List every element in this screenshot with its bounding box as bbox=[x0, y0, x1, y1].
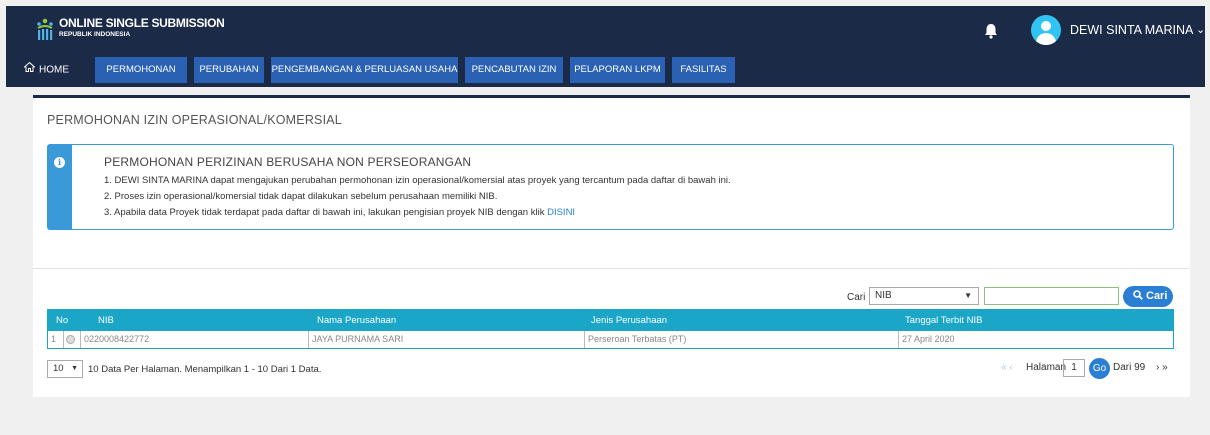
nav-item-pencabutan[interactable]: PENCABUTAN IZIN bbox=[465, 57, 563, 83]
nav-item-perubahan[interactable]: PERUBAHAN bbox=[194, 57, 264, 83]
search-icon bbox=[1133, 290, 1143, 300]
pagination-summary: 10 Data Per Halaman. Menampilkan 1 - 10 … bbox=[88, 364, 322, 375]
cell-nama: JAYA PURNAMA SARI bbox=[308, 331, 584, 348]
dropdown-arrow-icon: ▼ bbox=[964, 291, 972, 300]
cell-jenis: Perseroan Terbatas (PT) bbox=[584, 331, 898, 348]
nav-item-fasilitas[interactable]: FASILITAS bbox=[672, 57, 735, 83]
page-label: Halaman bbox=[1026, 362, 1067, 373]
info-box: i PERMOHONAN PERIZINAN BERUSAHA NON PERS… bbox=[47, 144, 1174, 230]
user-menu-name[interactable]: DEWI SINTA MARINA bbox=[1070, 23, 1193, 37]
pagination-next[interactable]: › » bbox=[1156, 362, 1168, 373]
col-no[interactable]: No bbox=[56, 315, 68, 326]
pagination-prev[interactable]: « ‹ bbox=[1001, 362, 1013, 373]
oss-logo[interactable]: ONLINE SINGLE SUBMISSION REPUBLIK INDONE… bbox=[35, 16, 225, 41]
page-number-input[interactable]: 1 bbox=[1063, 359, 1085, 377]
per-page-select[interactable]: 10 ▼ bbox=[47, 360, 83, 378]
table-row[interactable]: 1 0220008422772 JAYA PURNAMA SARI Perser… bbox=[47, 331, 1174, 349]
info-line-3: 3. Apabila data Proyek tidak terdapat pa… bbox=[104, 207, 576, 218]
top-header: ONLINE SINGLE SUBMISSION REPUBLIK INDONE… bbox=[6, 6, 1205, 53]
info-line-1: 1. DEWI SINTA MARINA dapat mengajukan pe… bbox=[104, 175, 731, 186]
col-tanggal[interactable]: Tanggal Terbit NIB bbox=[905, 315, 982, 326]
info-line-2: 2. Proses izin operasional/komersial tid… bbox=[104, 191, 498, 202]
app-title: ONLINE SINGLE SUBMISSION bbox=[59, 16, 225, 30]
nav-item-home-label: HOME bbox=[39, 64, 69, 76]
home-icon bbox=[23, 53, 36, 87]
nav-item-pengembangan[interactable]: PENGEMBANGAN & PERLUASAN USAHA bbox=[271, 57, 458, 83]
col-jenis[interactable]: Jenis Perusahaan bbox=[591, 315, 667, 326]
page-title: PERMOHONAN IZIN OPERASIONAL/KOMERSIAL bbox=[47, 113, 342, 127]
page-total: Dari 99 bbox=[1113, 362, 1146, 373]
search-label: Cari bbox=[847, 292, 866, 303]
chevron-down-icon[interactable]: ⌄ bbox=[1196, 23, 1205, 36]
go-button[interactable]: Go bbox=[1089, 358, 1110, 379]
search-field-select[interactable]: NIB ▼ bbox=[869, 287, 979, 305]
content-panel: PERMOHONAN IZIN OPERASIONAL/KOMERSIAL i … bbox=[33, 95, 1190, 397]
cell-tanggal: 27 April 2020 bbox=[898, 331, 1173, 348]
oss-logo-icon bbox=[35, 17, 55, 41]
nav-item-pelaporan[interactable]: PELAPORAN LKPM bbox=[570, 57, 665, 83]
search-input[interactable] bbox=[984, 287, 1119, 305]
main-nav: HOME PERMOHONAN PERUBAHAN PENGEMBANGAN &… bbox=[6, 53, 1205, 87]
info-icon: i bbox=[54, 157, 65, 168]
cell-nib: 0220008422772 bbox=[80, 331, 308, 348]
col-nama[interactable]: Nama Perusahaan bbox=[317, 315, 396, 326]
disini-link[interactable]: DISINI bbox=[547, 207, 575, 218]
cell-no: 1 bbox=[51, 334, 57, 344]
nav-item-home[interactable]: HOME bbox=[12, 53, 88, 87]
col-nib[interactable]: NIB bbox=[98, 315, 114, 326]
divider bbox=[33, 268, 1190, 269]
info-title: PERMOHONAN PERIZINAN BERUSAHA NON PERSEO… bbox=[104, 155, 472, 169]
nav-item-permohonan[interactable]: PERMOHONAN bbox=[95, 57, 187, 83]
dropdown-arrow-icon: ▼ bbox=[71, 365, 78, 372]
app-subtitle: REPUBLIK INDONESIA bbox=[59, 31, 131, 38]
bell-icon[interactable] bbox=[984, 23, 998, 39]
user-avatar-icon[interactable] bbox=[1031, 15, 1061, 45]
row-radio[interactable] bbox=[66, 335, 75, 344]
table-header: No NIB Nama Perusahaan Jenis Perusahaan … bbox=[47, 309, 1174, 331]
search-button[interactable]: Cari bbox=[1123, 286, 1173, 307]
